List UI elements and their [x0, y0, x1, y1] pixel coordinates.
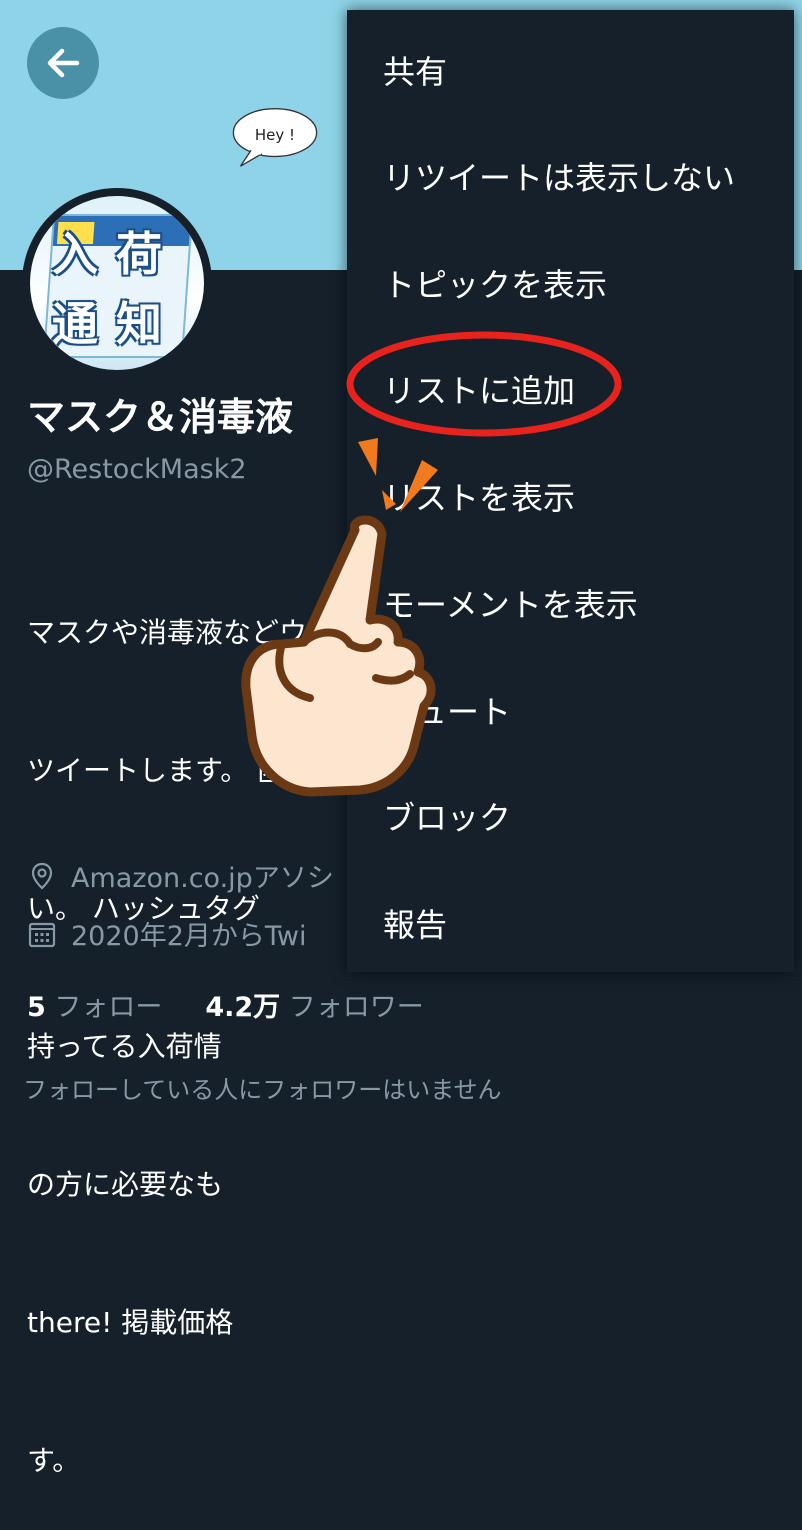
menu-item-report[interactable]: 報告 — [383, 900, 447, 946]
followers-label: フォロワー — [288, 992, 424, 1023]
location-text[interactable]: Amazon.co.jpアソシ — [71, 856, 334, 895]
menu-item-view-topics[interactable]: トピックを表示 — [383, 260, 607, 306]
followers-link[interactable]: 4.2万 フォロワー — [205, 992, 423, 1023]
avatar-char-2: 荷 — [116, 227, 162, 281]
pointing-hand-icon — [241, 438, 438, 797]
joined-text: 2020年2月からTwi — [71, 921, 307, 952]
bio-line: 持ってる入荷情 — [27, 1030, 222, 1063]
avatar-image: 入 荷 通 知 — [30, 196, 204, 370]
following-link[interactable]: 5 フォロー — [27, 992, 162, 1023]
avatar-char-3: 通 — [52, 297, 98, 351]
avatar-char-1: 入 — [52, 227, 98, 281]
following-count: 5 — [27, 992, 46, 1023]
bio-line: の方に必要なも — [27, 1168, 224, 1201]
profile-location: Amazon.co.jpアソシ — [27, 856, 334, 895]
calendar-icon — [28, 922, 56, 947]
menu-item-hide-retweets[interactable]: リツイートは表示しない — [383, 153, 735, 199]
following-label: フォロー — [54, 992, 163, 1023]
arrow-left-icon — [47, 48, 80, 78]
highlight-ring — [346, 331, 622, 437]
bio-line: す。 — [27, 1444, 81, 1477]
followers-count: 4.2万 — [205, 992, 281, 1023]
avatar-char-4: 知 — [116, 297, 162, 351]
back-button[interactable] — [27, 27, 99, 99]
follow-stats: 5 フォロー 4.2万 フォロワー — [27, 985, 424, 1024]
followers-you-know-note: フォローしている人にフォロワーはいません — [23, 1076, 502, 1104]
avatar[interactable]: 入 荷 通 知 — [22, 188, 212, 378]
profile-joined: 2020年2月からTwi — [27, 914, 307, 953]
speech-bubble-text: Hey ! — [254, 126, 296, 144]
bio-line: there! 掲載価格 — [27, 1306, 234, 1339]
menu-item-share[interactable]: 共有 — [383, 47, 447, 93]
location-pin-icon — [31, 862, 53, 889]
